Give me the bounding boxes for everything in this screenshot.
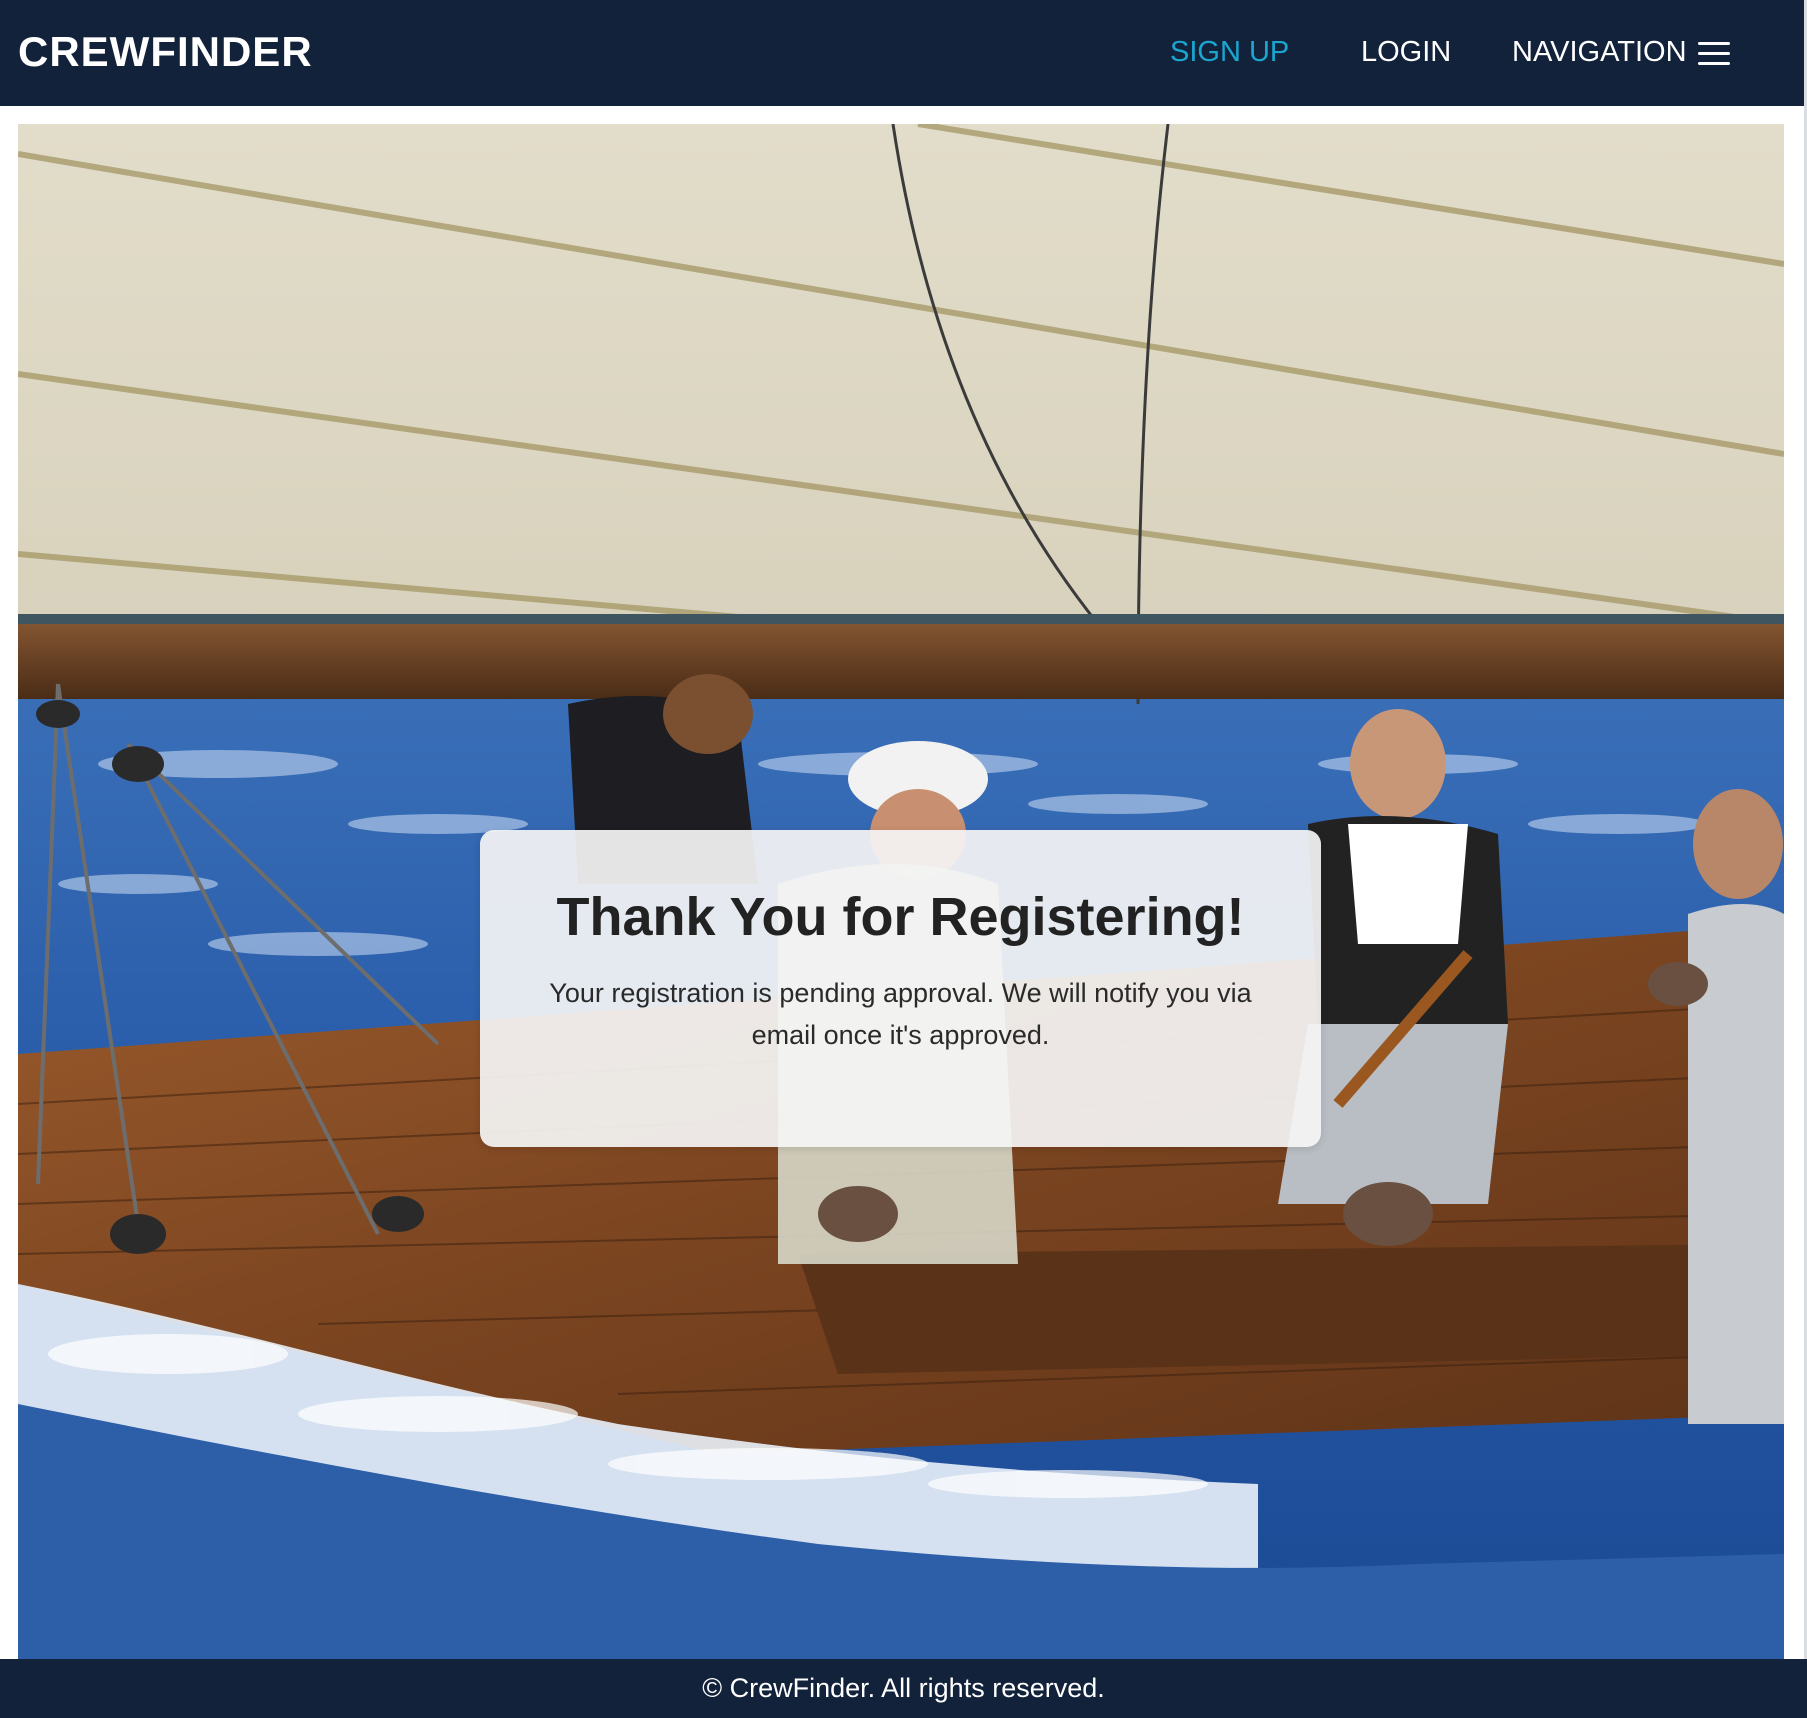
brand-logo[interactable]: CREWFINDER — [18, 28, 313, 76]
card-message: Your registration is pending approval. W… — [549, 978, 1252, 1050]
nav-login-link[interactable]: LOGIN — [1361, 36, 1451, 69]
page: CREWFINDER SIGN UP LOGIN NAVIGATION Than… — [0, 0, 1807, 1718]
hamburger-icon[interactable] — [1698, 42, 1730, 66]
card-title: Thank You for Registering! — [556, 887, 1245, 947]
footer-copyright: © CrewFinder. All rights reserved. — [702, 1673, 1105, 1703]
nav-signup-link[interactable]: SIGN UP — [1170, 36, 1289, 69]
footer: © CrewFinder. All rights reserved. — [0, 1659, 1807, 1718]
nav-navigation-link[interactable]: NAVIGATION — [1512, 36, 1687, 69]
registration-confirmation-card: Thank You for Registering! Your registra… — [480, 830, 1321, 1147]
top-navbar: CREWFINDER SIGN UP LOGIN NAVIGATION — [0, 0, 1804, 106]
